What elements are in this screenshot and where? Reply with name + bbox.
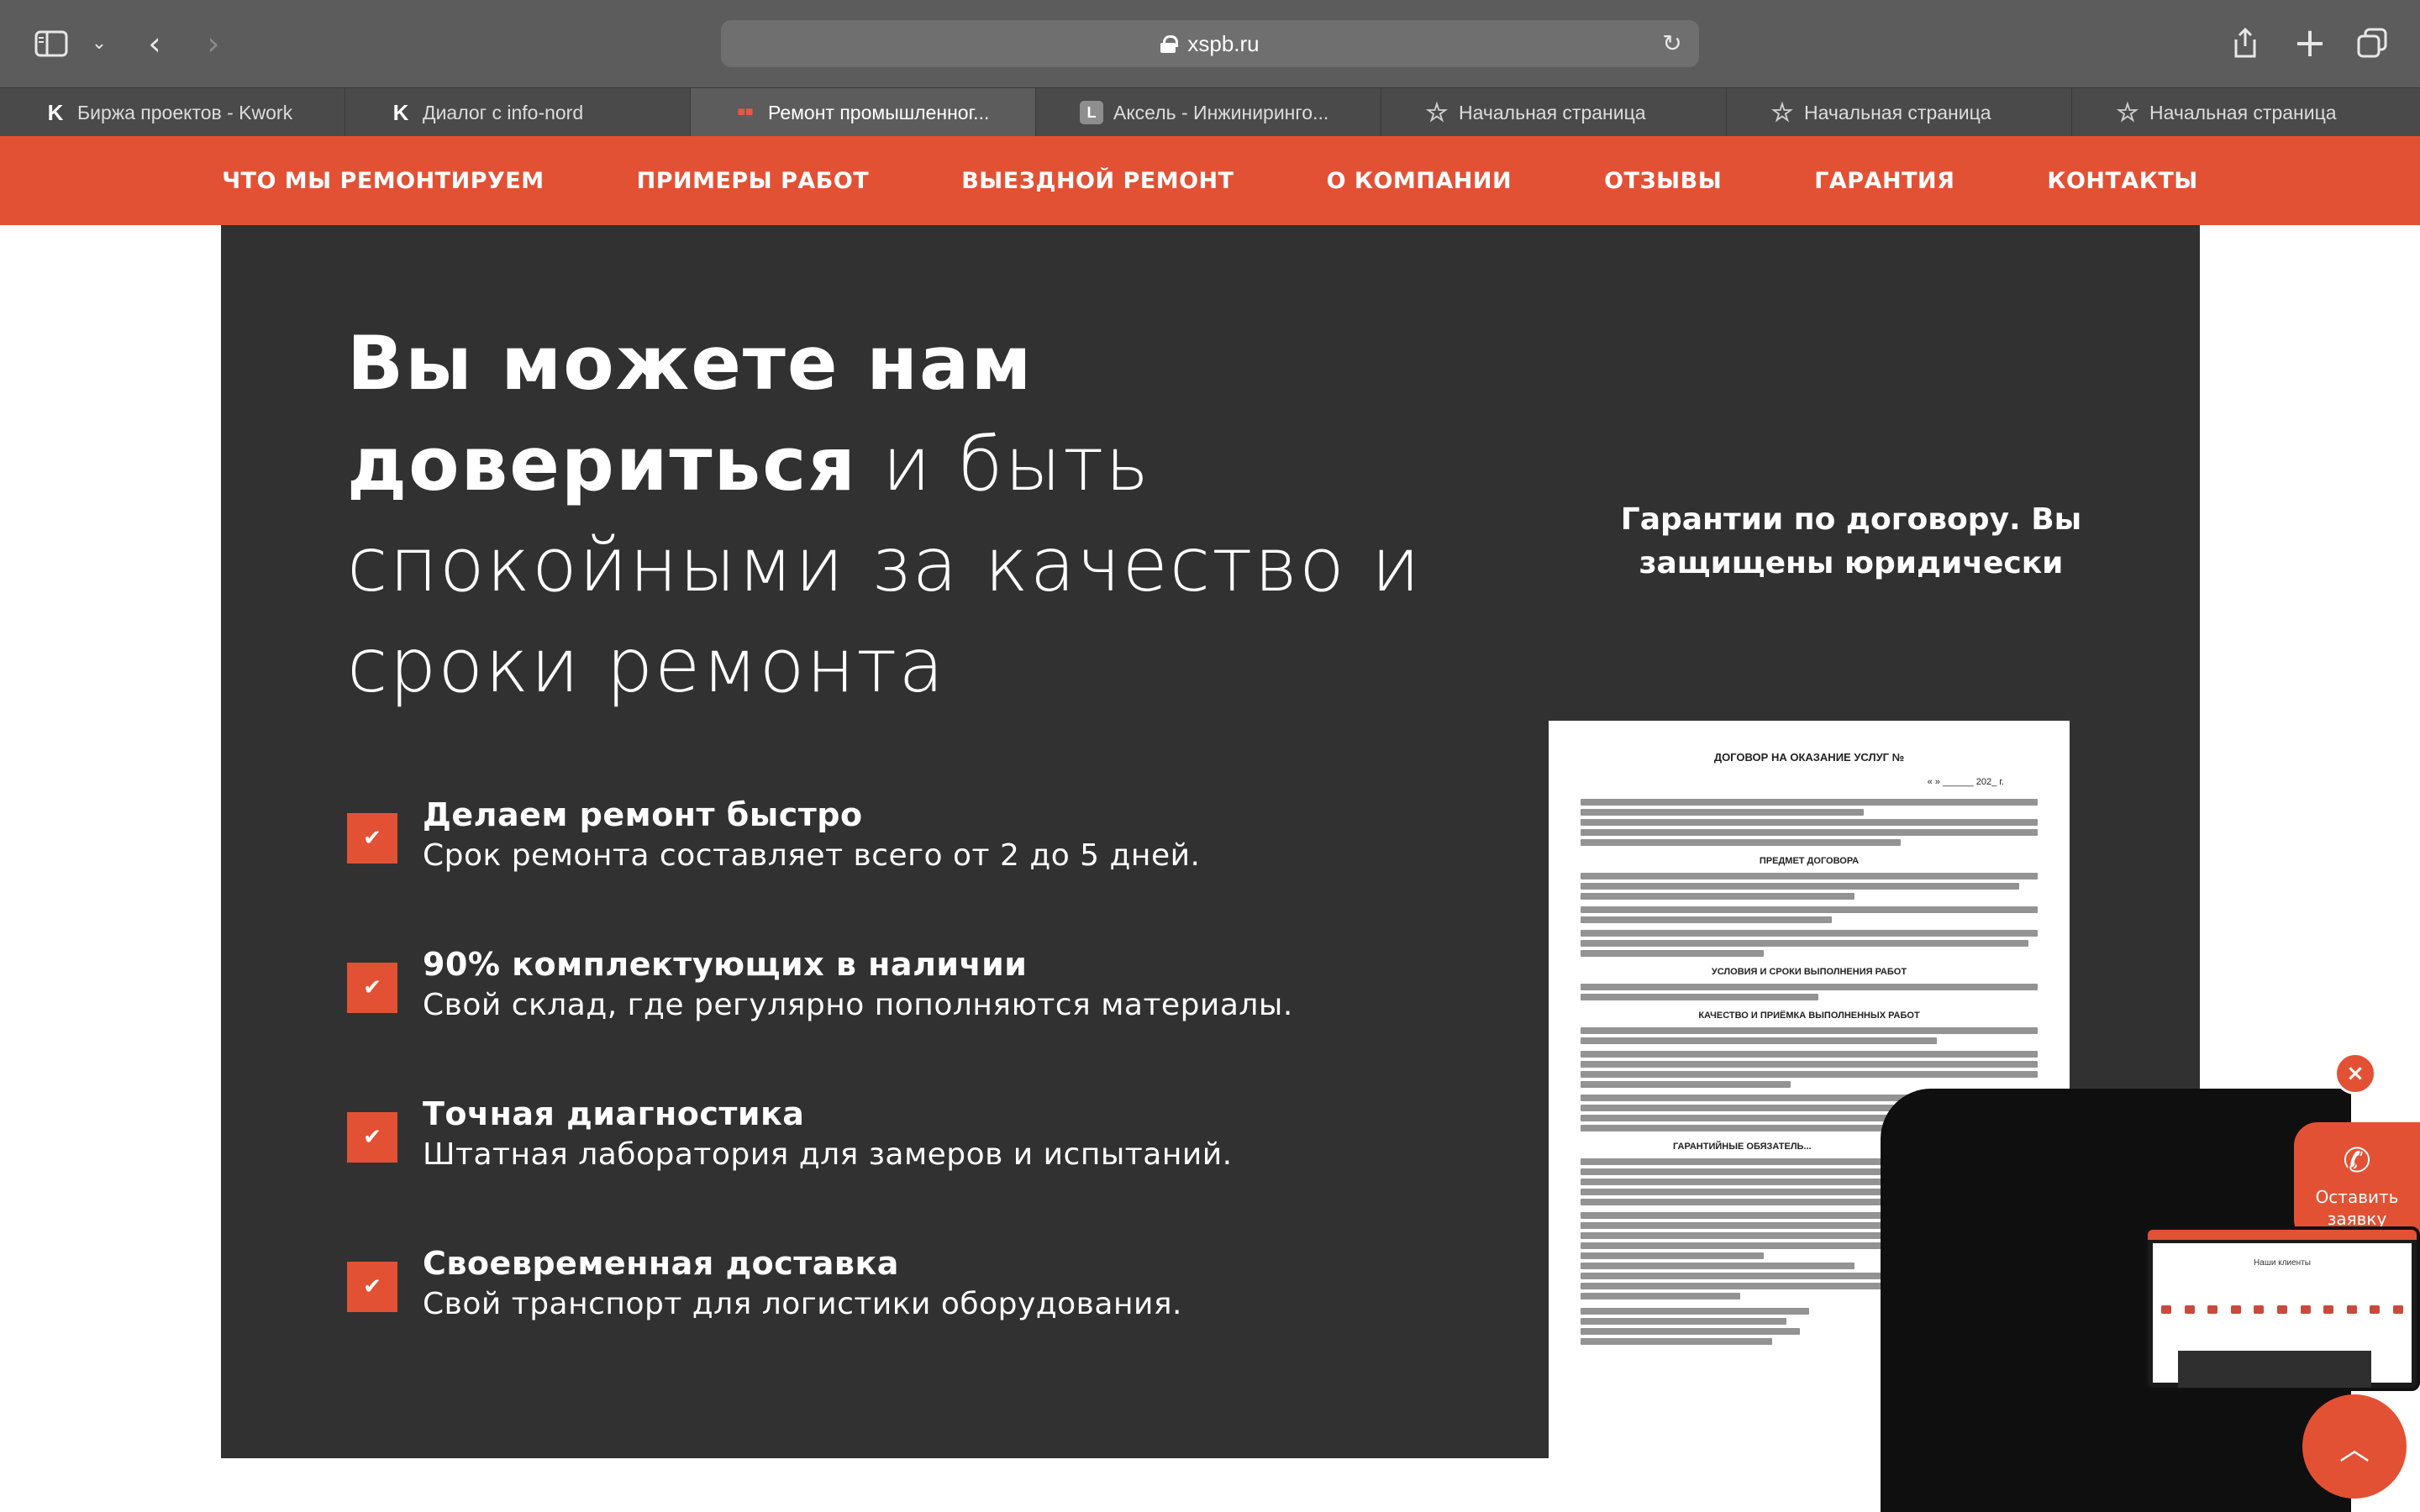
xspb-icon: ■■ [737,105,754,119]
feature-title: 90% комплектующих в наличии [423,946,1028,983]
nav-warranty[interactable]: ГАРАНТИЯ [1768,168,2001,194]
feature-item: ✔ 90% комплектующих в наличии Свой склад… [347,946,1439,1095]
feature-item: ✔ Точная диагностика Штатная лаборатория… [347,1095,1439,1245]
mini-client-logos [2161,1305,2403,1317]
scroll-to-top-button[interactable]: ︿ [2302,1394,2407,1499]
doc-section-title: УСЛОВИЯ И СРОКИ ВЫПОЛНЕНИЯ РАБОТ [1711,967,1907,977]
tab-bar: K Биржа проектов - Kwork K Диалог с info… [0,87,2420,137]
close-icon[interactable]: × [2334,1053,2376,1095]
feature-title: Точная диагностика [423,1095,805,1132]
nav-onsite-repair[interactable]: ВЫЕЗДНОЙ РЕМОНТ [915,168,1280,194]
url-text: xspb.ru [1187,30,1260,56]
tab-label: Биржа проектов - Kwork [77,101,293,123]
nav-what-we-repair[interactable]: ЧТО МЫ РЕМОНТИРУЕМ [176,168,590,194]
tab-aksel[interactable]: L Аксель - Инжиниринго... [1036,88,1381,137]
nav-reviews[interactable]: ОТЗЫВЫ [1558,168,1768,194]
forward-arrow-icon[interactable]: › [198,25,229,62]
chevron-up-icon: ︿ [2338,1432,2370,1467]
new-tab-icon[interactable]: + [2291,23,2329,63]
check-icon: ✔ [347,963,397,1013]
mini-title: Наши клиенты [2254,1258,2311,1268]
tab-label: Ремонт промышленног... [768,101,990,123]
feature-desc: Свой склад, где регулярно пополняются ма… [423,988,1293,1022]
star-icon: ☆ [1425,98,1449,127]
kwork-icon: K [47,99,64,125]
doc-text-block [1581,873,2038,957]
tab-repair-active[interactable]: ■■ Ремонт промышленног... [691,88,1036,137]
feature-desc: Срок ремонта составляет всего от 2 до 5 … [423,838,1201,873]
lock-icon [1160,35,1179,53]
guarantee-heading: Гарантии по договору. Вы защищены юридич… [1620,502,2082,580]
nav-work-examples[interactable]: ПРИМЕРЫ РАБОТ [591,168,916,194]
mini-dark-block [2178,1351,2371,1388]
tab-kwork-projects[interactable]: K Биржа проектов - Kwork [0,88,345,137]
share-icon[interactable] [2228,24,2262,62]
clients-preview-thumbnail[interactable]: Наши клиенты [2144,1226,2420,1391]
url-display: xspb.ru [721,20,1699,67]
tab-start-page[interactable]: ☆ Начальная страница [1381,88,1727,137]
feature-desc: Свой транспорт для логистики оборудовани… [423,1287,1182,1321]
tab-label: Диалог с info-nord [423,101,584,123]
feature-desc: Штатная лаборатория для замеров и испыта… [423,1137,1233,1172]
feature-item: ✔ Делаем ремонт быстро Срок ремонта сост… [347,796,1439,946]
site-nav: ЧТО МЫ РЕМОНТИРУЕМ ПРИМЕРЫ РАБОТ ВЫЕЗДНО… [0,136,2420,225]
feature-title: Своевременная доставка [423,1245,899,1282]
tab-label: Начальная страница [2149,101,2337,123]
doc-date: « » ______ 202_ г. [1927,777,2004,787]
doc-text-block [1581,799,2038,846]
mini-body: Наши клиенты [2153,1243,2412,1388]
nav-about[interactable]: О КОМПАНИИ [1281,168,1559,194]
browser-toolbar: ⌄ ‹ › xspb.ru ↻ + [0,0,2420,87]
hero-headline: Вы можете нам довериться и быть спокойны… [347,313,1523,717]
star-icon: ☆ [2116,98,2139,127]
star-icon: ☆ [1770,98,1794,127]
tab-start-page[interactable]: ☆ Начальная страница [1727,88,2072,137]
doc-section-title: ПРЕДМЕТ ДОГОВОРА [1759,856,1860,866]
check-icon: ✔ [347,813,397,864]
features-list: ✔ Делаем ремонт быстро Срок ремонта сост… [347,796,1439,1394]
feature-item: ✔ Своевременная доставка Свой транспорт … [347,1245,1439,1394]
nav-contacts[interactable]: КОНТАКТЫ [2001,168,2244,194]
cta-label: Оставить заявку [2315,1187,2399,1229]
tab-kwork-dialog[interactable]: K Диалог с info-nord [345,88,691,137]
address-bar[interactable]: xspb.ru ↻ [721,20,1699,67]
check-icon: ✔ [347,1112,397,1163]
kwork-icon: K [392,99,409,125]
tab-overview-icon[interactable] [2353,24,2391,62]
mini-nav [2148,1230,2417,1240]
tab-label: Начальная страница [1804,101,1991,123]
phone-icon: ✆ [2343,1142,2371,1180]
doc-title: ДОГОВОР НА ОКАЗАНИЕ УСЛУГ № [1713,751,1905,764]
sidebar-toggle-icon[interactable] [32,25,71,62]
back-arrow-icon[interactable]: ‹ [139,25,170,62]
check-icon: ✔ [347,1262,397,1312]
feature-title: Делаем ремонт быстро [423,796,863,833]
request-call-button[interactable]: ✆ Оставить заявку [2294,1122,2420,1243]
tab-label: Начальная страница [1459,101,1646,123]
letter-l-icon: L [1080,101,1103,124]
doc-section-title: КАЧЕСТВО И ПРИЁМКА ВЫПОЛНЕННЫХ РАБОТ [1698,1011,1920,1021]
chevron-down-icon[interactable]: ⌄ [87,29,111,59]
tab-start-page[interactable]: ☆ Начальная страница [2072,88,2420,137]
doc-text-block [1581,984,2038,1000]
reload-icon[interactable]: ↻ [1657,29,1687,59]
tab-label: Аксель - Инжиниринго... [1113,101,1329,123]
